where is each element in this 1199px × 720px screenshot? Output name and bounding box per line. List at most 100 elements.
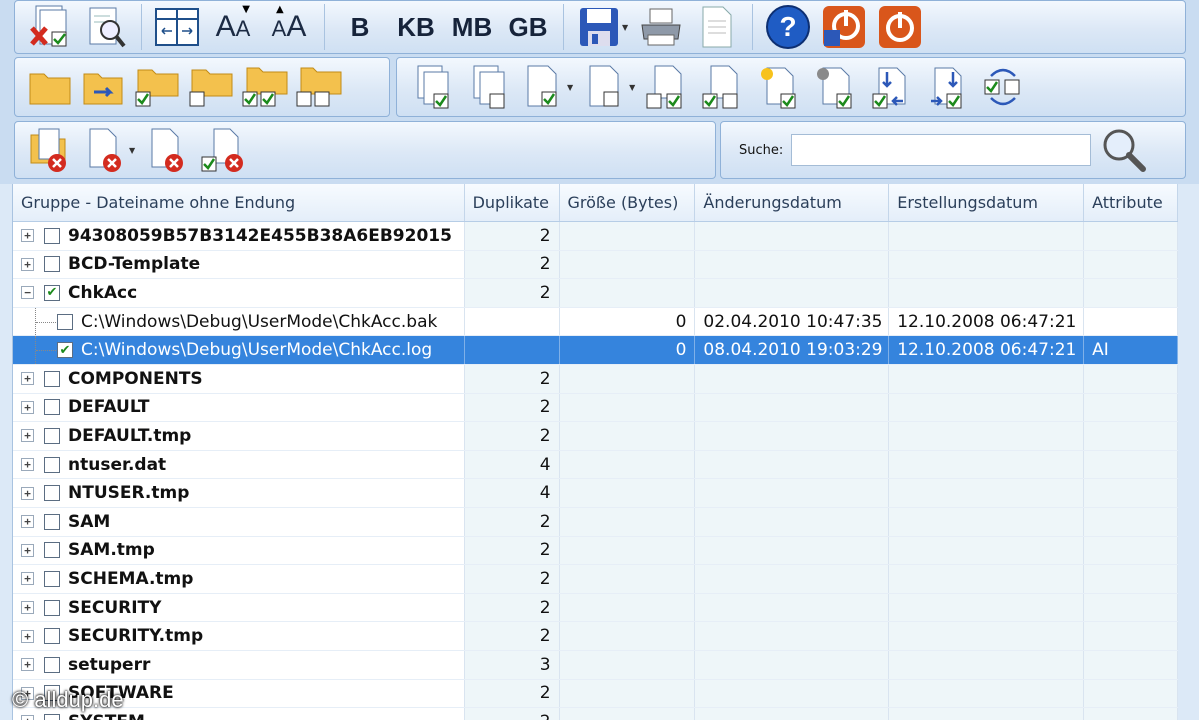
search-input[interactable] (791, 134, 1092, 166)
group-row[interactable]: + ntuser.dat 4 (13, 450, 1178, 480)
group-row[interactable]: +94308059B57B3142E455B38A6EB92015 2 (13, 222, 1178, 251)
file-delete-menu-icon[interactable] (81, 125, 131, 175)
expand-icon[interactable]: + (21, 229, 34, 243)
group-row[interactable]: + SAM.tmp 2 (13, 536, 1178, 566)
font-grow-icon[interactable]: AA ▲ (264, 2, 314, 52)
file-delete-icon[interactable] (143, 125, 193, 175)
unit-gb-button[interactable]: GB (503, 2, 553, 52)
row-checkbox[interactable] (44, 513, 60, 530)
row-checkbox[interactable] (44, 542, 60, 559)
expand-icon[interactable]: + (21, 400, 34, 414)
search-icon[interactable] (1099, 127, 1149, 173)
group-row[interactable]: + SECURITY.tmp 2 (13, 622, 1178, 651)
row-checkbox[interactable] (44, 370, 60, 387)
group-row[interactable]: + COMPONENTS 2 (13, 364, 1178, 394)
group-row[interactable]: + setuperr 3 (13, 650, 1178, 680)
power-save-icon[interactable] (819, 2, 869, 52)
group-row[interactable]: + BCD-Template 2 (13, 250, 1178, 280)
duplicates-cell: 2 (464, 507, 560, 536)
expand-icon[interactable]: + (21, 429, 34, 443)
row-checkbox[interactable] (44, 599, 60, 616)
expand-icon[interactable]: + (21, 372, 34, 386)
file-uncheck-icon[interactable] (463, 62, 513, 112)
created-cell (889, 708, 1085, 720)
duplicates-cell: 2 (464, 565, 560, 593)
unit-bytes-button[interactable]: B (335, 2, 385, 52)
group-row[interactable]: + NTUSER.tmp 4 (13, 479, 1178, 508)
row-checkbox[interactable] (44, 399, 60, 416)
created-cell (889, 479, 1085, 507)
column-header-size[interactable]: Größe (Bytes) (560, 184, 696, 221)
folder-check-all-icon[interactable] (241, 62, 291, 112)
file-search-icon[interactable] (81, 2, 131, 52)
invert-selection-icon[interactable] (979, 62, 1029, 112)
name-cell: +94308059B57B3142E455B38A6EB92015 (13, 222, 465, 250)
folder-icon[interactable] (25, 62, 75, 112)
expand-icon[interactable]: + (21, 486, 34, 500)
file-uncheck-check-icon[interactable] (643, 62, 693, 112)
row-checkbox[interactable] (44, 227, 60, 244)
column-header-created[interactable]: Erstellungsdatum (889, 184, 1085, 221)
font-shrink-icon[interactable]: AA ▼ (208, 2, 258, 52)
file-check-uncheck-icon[interactable] (699, 62, 749, 112)
print-icon[interactable] (636, 2, 686, 52)
group-row[interactable]: − ✔ ChkAcc 2 (13, 279, 1178, 308)
save-icon[interactable] (574, 2, 624, 52)
column-fit-icon[interactable] (152, 2, 202, 52)
row-checkbox[interactable] (57, 313, 73, 330)
help-icon[interactable]: ? (763, 2, 813, 52)
row-checkbox[interactable]: ✔ (44, 284, 60, 301)
expand-icon[interactable]: + (21, 715, 34, 720)
group-row[interactable]: + SOFTWARE 2 (13, 679, 1178, 709)
unit-kb-button[interactable]: KB (391, 2, 441, 52)
row-checkbox[interactable] (44, 628, 60, 645)
group-row[interactable]: + SAM 2 (13, 507, 1178, 537)
power-icon[interactable] (875, 2, 925, 52)
row-checkbox[interactable] (44, 656, 60, 673)
file-row[interactable]: C:\Windows\Debug\UserMode\ChkAcc.bak 0 02.… (13, 307, 1178, 337)
group-row[interactable]: + SECURITY 2 (13, 593, 1178, 623)
file-check-menu-icon[interactable] (519, 62, 569, 112)
row-checkbox[interactable] (44, 713, 60, 720)
expand-icon[interactable]: + (21, 629, 34, 643)
expand-icon[interactable]: + (21, 601, 34, 615)
file-smaller-icon[interactable] (867, 62, 917, 112)
folder-check-icon[interactable] (133, 62, 183, 112)
file-delete-checked-icon[interactable] (199, 125, 249, 175)
file-newest-icon[interactable] (755, 62, 805, 112)
expand-icon[interactable]: + (21, 543, 34, 557)
group-row[interactable]: + SCHEMA.tmp 2 (13, 565, 1178, 594)
file-check-icon[interactable] (407, 62, 457, 112)
expand-icon[interactable]: + (21, 515, 34, 529)
folder-uncheck-icon[interactable] (187, 62, 237, 112)
row-checkbox[interactable] (44, 427, 60, 444)
expand-icon[interactable]: + (21, 658, 34, 672)
row-checkbox[interactable] (44, 485, 60, 502)
folder-open-icon[interactable] (79, 62, 129, 112)
collapse-icon[interactable]: − (21, 286, 34, 300)
row-checkbox[interactable] (44, 256, 60, 273)
file-row[interactable]: ✔ C:\Windows\Debug\UserMode\ChkAcc.log 0 08… (13, 336, 1178, 365)
file-check-delete-icon[interactable] (25, 2, 75, 52)
group-row[interactable]: + DEFAULT.tmp 2 (13, 422, 1178, 451)
document-icon[interactable] (692, 2, 742, 52)
folder-delete-icon[interactable] (25, 125, 75, 175)
file-oldest-icon[interactable] (811, 62, 861, 112)
created-cell (889, 422, 1085, 450)
column-header-duplicates[interactable]: Duplikate (465, 184, 560, 221)
file-uncheck-menu-icon[interactable] (581, 62, 631, 112)
group-row[interactable]: + DEFAULT 2 (13, 393, 1178, 423)
folder-uncheck-all-icon[interactable] (295, 62, 345, 112)
expand-icon[interactable]: + (21, 458, 34, 472)
unit-mb-button[interactable]: MB (447, 2, 497, 52)
expand-icon[interactable]: + (21, 257, 34, 271)
expand-icon[interactable]: + (21, 572, 34, 586)
group-row[interactable]: + SYSTEM 2 (13, 708, 1178, 720)
column-header-attributes[interactable]: Attribute (1084, 184, 1178, 221)
row-checkbox[interactable]: ✔ (57, 342, 73, 359)
row-checkbox[interactable] (44, 570, 60, 587)
row-checkbox[interactable] (44, 456, 60, 473)
file-larger-icon[interactable] (923, 62, 973, 112)
column-header-name[interactable]: Gruppe - Dateiname ohne Endung (13, 184, 465, 221)
column-header-modified[interactable]: Änderungsdatum (695, 184, 890, 221)
